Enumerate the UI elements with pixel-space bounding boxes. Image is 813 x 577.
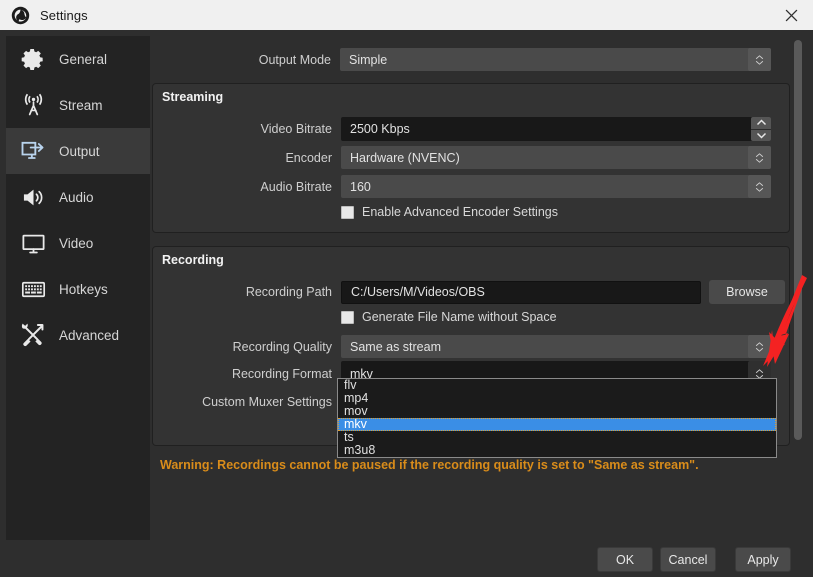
apply-button[interactable]: Apply <box>735 547 791 572</box>
video-bitrate-stepper[interactable] <box>751 117 771 141</box>
sidebar-item-label: Hotkeys <box>59 282 108 297</box>
video-bitrate-row: Video Bitrate 2500 Kbps <box>153 117 771 141</box>
sidebar-item-label: Advanced <box>59 328 119 343</box>
encoder-label: Encoder <box>153 151 341 165</box>
recording-quality-label: Recording Quality <box>153 340 341 354</box>
ok-button[interactable]: OK <box>597 547 653 572</box>
video-bitrate-label: Video Bitrate <box>153 122 341 136</box>
video-bitrate-value: 2500 Kbps <box>350 122 410 136</box>
sidebar-item-label: General <box>59 52 107 67</box>
recording-format-label: Recording Format <box>153 367 341 381</box>
settings-window: Settings General <box>0 0 813 577</box>
gear-icon <box>16 44 50 74</box>
audio-bitrate-label: Audio Bitrate <box>153 180 341 194</box>
speaker-icon <box>16 182 50 212</box>
dialog-footer: OK Cancel Apply <box>0 540 813 577</box>
sidebar-item-audio[interactable]: Audio <box>6 174 150 220</box>
dropdown-option-mp4[interactable]: mp4 <box>338 392 776 405</box>
recording-group-title: Recording <box>162 253 224 267</box>
sidebar-item-label: Audio <box>59 190 94 205</box>
output-mode-value: Simple <box>349 53 387 67</box>
obs-logo-icon <box>10 5 30 25</box>
advanced-encoder-checkbox-row[interactable]: Enable Advanced Encoder Settings <box>341 205 558 219</box>
stepper-down-icon[interactable] <box>751 130 771 142</box>
audio-bitrate-value: 160 <box>350 180 371 194</box>
antenna-icon <box>16 90 50 120</box>
chevron-updown-icon[interactable] <box>748 335 771 358</box>
encoder-row: Encoder Hardware (NVENC) <box>153 146 771 169</box>
dropdown-option-mkv[interactable]: mkv <box>338 418 776 431</box>
recording-quality-select[interactable]: Same as stream <box>341 335 771 358</box>
sidebar-item-general[interactable]: General <box>6 36 150 82</box>
content-scrollbar[interactable] <box>791 36 804 488</box>
custom-muxer-label: Custom Muxer Settings <box>153 395 341 409</box>
dropdown-option-flv[interactable]: flv <box>338 379 776 392</box>
output-mode-select[interactable]: Simple <box>340 48 771 71</box>
advanced-encoder-checkbox[interactable] <box>341 206 354 219</box>
monitor-icon <box>16 228 50 258</box>
chevron-updown-icon[interactable] <box>748 175 771 198</box>
recording-quality-row: Recording Quality Same as stream <box>153 335 771 358</box>
cancel-button[interactable]: Cancel <box>660 547 716 572</box>
browse-button[interactable]: Browse <box>709 280 785 304</box>
output-mode-label: Output Mode <box>152 53 340 67</box>
sidebar-item-hotkeys[interactable]: Hotkeys <box>6 266 150 312</box>
audio-bitrate-row: Audio Bitrate 160 <box>153 175 771 198</box>
streaming-group: Streaming Video Bitrate 2500 Kbps <box>152 83 790 233</box>
no-space-label: Generate File Name without Space <box>362 310 557 324</box>
output-mode-row: Output Mode Simple <box>152 48 771 71</box>
dropdown-option-mov[interactable]: mov <box>338 405 776 418</box>
no-space-checkbox[interactable] <box>341 311 354 324</box>
recording-path-value: C:/Users/M/Videos/OBS <box>351 285 485 299</box>
close-icon[interactable] <box>769 0 813 30</box>
stepper-up-icon[interactable] <box>751 117 771 130</box>
settings-sidebar: General Stream Output <box>6 36 150 540</box>
sidebar-item-label: Video <box>59 236 93 251</box>
title-bar: Settings <box>0 0 813 30</box>
sidebar-item-video[interactable]: Video <box>6 220 150 266</box>
monitor-arrow-icon <box>16 136 50 166</box>
encoder-select[interactable]: Hardware (NVENC) <box>341 146 771 169</box>
keyboard-icon <box>16 274 50 304</box>
dropdown-option-ts[interactable]: ts <box>338 431 776 444</box>
sidebar-item-stream[interactable]: Stream <box>6 82 150 128</box>
sidebar-item-label: Output <box>59 144 100 159</box>
tools-icon <box>16 320 50 350</box>
advanced-encoder-label: Enable Advanced Encoder Settings <box>362 205 558 219</box>
recording-path-label: Recording Path <box>153 285 341 299</box>
dropdown-option-m3u8[interactable]: m3u8 <box>338 444 776 457</box>
recording-warning-text: Warning: Recordings cannot be paused if … <box>160 458 699 472</box>
recording-quality-value: Same as stream <box>350 340 441 354</box>
window-title: Settings <box>40 8 88 23</box>
chevron-updown-icon[interactable] <box>748 48 771 71</box>
recording-path-row: Recording Path C:/Users/M/Videos/OBS Bro… <box>153 280 785 304</box>
sidebar-item-advanced[interactable]: Advanced <box>6 312 150 358</box>
audio-bitrate-select[interactable]: 160 <box>341 175 771 198</box>
recording-format-dropdown-list[interactable]: flv mp4 mov mkv ts m3u8 <box>337 378 777 458</box>
encoder-value: Hardware (NVENC) <box>350 151 460 165</box>
scrollbar-thumb[interactable] <box>794 40 802 440</box>
no-space-checkbox-row[interactable]: Generate File Name without Space <box>341 310 557 324</box>
sidebar-item-output[interactable]: Output <box>6 128 150 174</box>
recording-path-input[interactable]: C:/Users/M/Videos/OBS <box>341 281 701 304</box>
sidebar-item-label: Stream <box>59 98 103 113</box>
chevron-updown-icon[interactable] <box>748 146 771 169</box>
video-bitrate-spinbox[interactable]: 2500 Kbps <box>341 117 771 141</box>
streaming-group-title: Streaming <box>162 90 223 104</box>
